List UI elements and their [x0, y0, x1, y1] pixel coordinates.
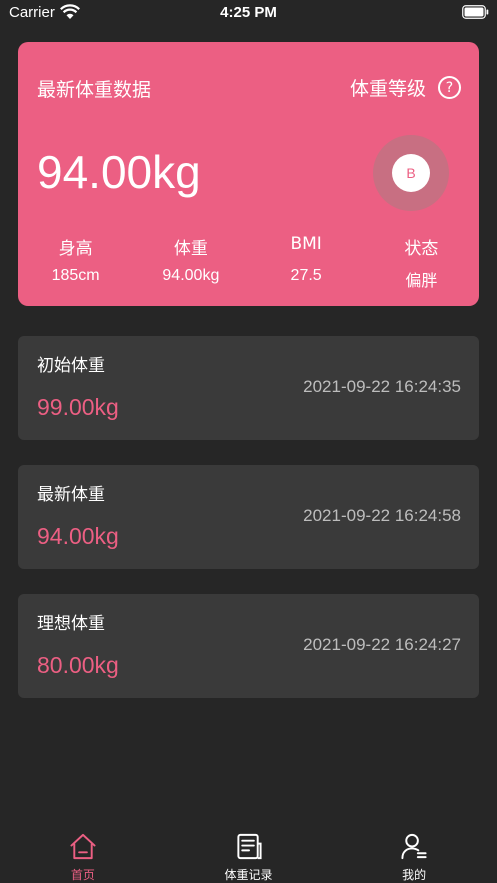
initial-weight-card[interactable]: 初始体重 2021-09-22 16:24:35 99.00kg [18, 336, 479, 440]
weight-grade-label: 体重等级 [349, 78, 426, 100]
tab-bar: 首页 体重记录 我的 [0, 818, 497, 883]
record-time: 2021-09-22 16:24:27 [303, 635, 461, 654]
ideal-weight-card[interactable]: 理想体重 2021-09-22 16:24:27 80.00kg [18, 594, 479, 698]
stat-label: 状态 [404, 239, 439, 259]
stat-label: 身高 [58, 239, 93, 259]
stat-label: 体重 [173, 239, 208, 259]
record-label: 理想体重 [37, 614, 105, 634]
tab-profile[interactable]: 我的 [331, 818, 497, 883]
record-label: 最新体重 [37, 485, 105, 505]
stat-value: 94.00kg [162, 267, 220, 284]
stat-height: 身高 185cm [18, 234, 133, 291]
tab-label: 我的 [402, 868, 427, 882]
stat-status: 状态 偏胖 [364, 234, 479, 291]
latest-weight-card: 最新体重数据 体重等级 ? 94.00kg B 身高 185cm 体重 94.0… [18, 42, 479, 306]
document-icon [236, 833, 262, 860]
latest-weight-record-card[interactable]: 最新体重 2021-09-22 16:24:58 94.00kg [18, 465, 479, 569]
stat-label: BMI [290, 234, 322, 254]
help-icon[interactable]: ? [438, 76, 461, 99]
tab-home[interactable]: 首页 [0, 818, 166, 883]
record-time: 2021-09-22 16:24:58 [303, 506, 461, 525]
grade-letter: B [392, 154, 430, 192]
tab-label: 体重记录 [224, 868, 273, 882]
status-time: 4:25 PM [220, 4, 277, 21]
current-weight: 94.00kg [37, 146, 201, 198]
stat-value: 185cm [51, 267, 100, 284]
stats-row: 身高 185cm 体重 94.00kg BMI 27.5 状态 偏胖 [18, 234, 479, 291]
tab-weight-records[interactable]: 体重记录 [166, 818, 332, 883]
home-icon [70, 833, 96, 860]
record-value: 99.00kg [37, 394, 119, 420]
app-screen: Carrier 4:25 PM 最新体重数据 体重等级 ? 94.00kg B … [0, 0, 497, 883]
stat-weight: 体重 94.00kg [133, 234, 248, 291]
status-bar: Carrier 4:25 PM [0, 0, 497, 26]
user-icon [401, 833, 427, 860]
weight-grade-link[interactable]: 体重等级 ? [350, 74, 461, 101]
record-time: 2021-09-22 16:24:35 [303, 377, 461, 396]
record-value: 80.00kg [37, 652, 119, 678]
tab-label: 首页 [70, 868, 95, 882]
grade-badge: B [373, 135, 449, 211]
battery-icon [462, 5, 489, 19]
stat-value: 27.5 [290, 267, 322, 284]
record-label: 初始体重 [37, 356, 105, 376]
record-value: 94.00kg [37, 523, 119, 549]
stat-bmi: BMI 27.5 [249, 234, 364, 291]
card-title: 最新体重数据 [37, 79, 152, 101]
stat-value: 偏胖 [405, 273, 438, 290]
